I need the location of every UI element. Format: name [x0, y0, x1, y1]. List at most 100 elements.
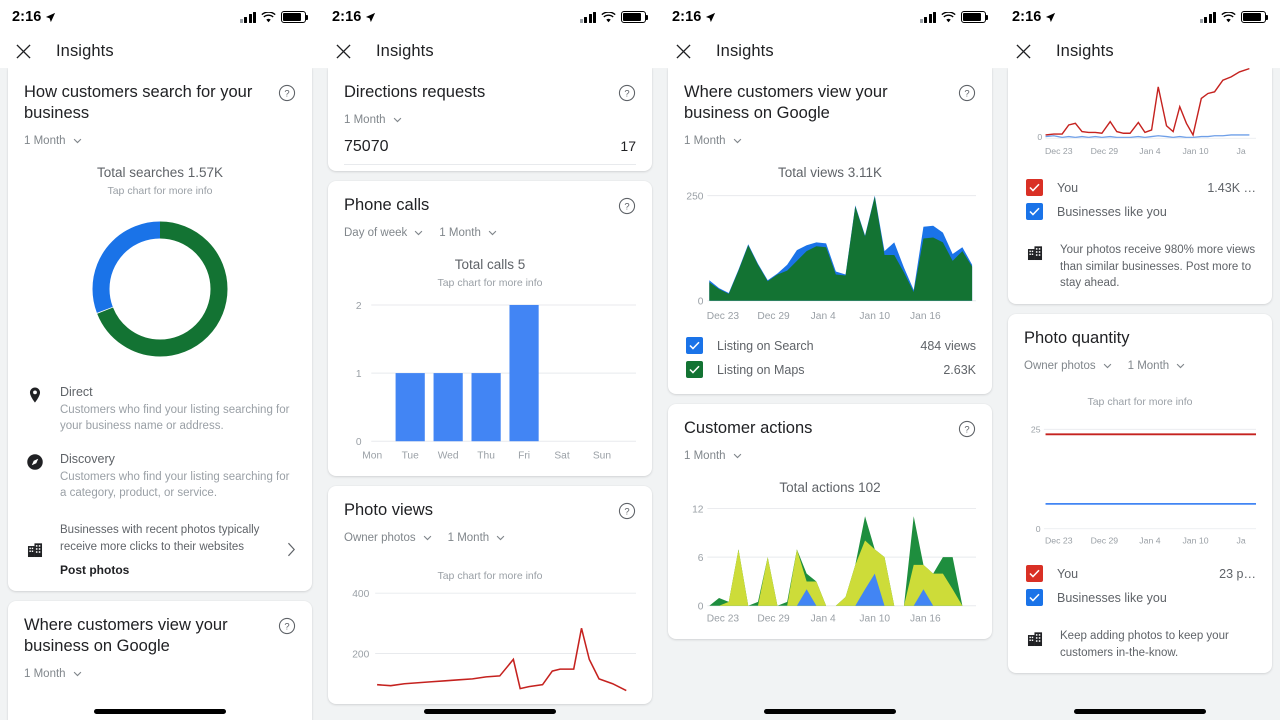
- legend-item-discovery: Discovery Customers who find your listin…: [24, 444, 296, 511]
- help-icon[interactable]: ?: [278, 617, 296, 635]
- svg-text:Jan 10: Jan 10: [859, 614, 890, 625]
- legend-businesses-like-you[interactable]: Businesses like you: [1024, 200, 1256, 224]
- battery-icon: [961, 11, 989, 23]
- checkbox-checked-icon[interactable]: [686, 337, 703, 355]
- filter-period[interactable]: 1 Month: [448, 532, 506, 544]
- card-header: Photo quantity: [1024, 328, 1256, 349]
- filter-photo-type[interactable]: Owner photos: [344, 532, 432, 544]
- legend-listing-on-maps[interactable]: Listing on Maps 2.63K: [684, 358, 976, 382]
- close-button[interactable]: [8, 36, 38, 66]
- total-views: Total views 3.11K: [777, 165, 883, 181]
- checkbox-checked-icon[interactable]: [1026, 565, 1043, 583]
- card-filters: Owner photos 1 Month: [1024, 360, 1256, 372]
- scroll-area-1[interactable]: How customers search for your business ?…: [0, 68, 320, 720]
- cell-signal-icon: [239, 11, 256, 23]
- help-icon[interactable]: ?: [278, 84, 296, 102]
- scroll-area-3[interactable]: Where customers view your business on Go…: [660, 68, 1000, 720]
- filter-photo-type[interactable]: Owner photos: [1024, 360, 1112, 372]
- help-icon[interactable]: ?: [958, 420, 976, 438]
- svg-text:Fri: Fri: [518, 451, 530, 462]
- promo-cta[interactable]: Post photos: [60, 563, 271, 577]
- post-photos-promo[interactable]: Businesses with recent photos typically …: [24, 510, 296, 578]
- photo-quantity-line-chart[interactable]: 25 0 Dec 23 Dec 29 Jan 4 Jan 10 Ja: [1024, 408, 1256, 560]
- chevron-down-icon: [733, 454, 741, 459]
- status-right: [919, 11, 989, 23]
- svg-text:?: ?: [624, 202, 629, 213]
- filter-grouping-label: Day of week: [344, 227, 408, 240]
- battery-icon: [1241, 11, 1269, 23]
- legend-listing-on-search[interactable]: Listing on Search 484 views: [684, 334, 976, 358]
- svg-text:Dec 29: Dec 29: [757, 614, 790, 625]
- svg-text:Ja: Ja: [1236, 536, 1245, 546]
- filter-period[interactable]: 1 Month: [684, 450, 742, 462]
- svg-text:Wed: Wed: [438, 451, 459, 462]
- photo-quantity-legend: You 23 p… Businesses like you: [1024, 562, 1256, 610]
- wifi-icon: [261, 11, 276, 22]
- customer-actions-area-chart[interactable]: 12 6 0 Dec 23 Dec 29 Jan 4 Jan 10 Jan 16: [684, 495, 976, 627]
- filter-grouping[interactable]: Day of week: [344, 227, 423, 239]
- card-photo-views: Photo views ? Owner photos 1 Month Tap c…: [328, 486, 652, 705]
- svg-text:Dec 29: Dec 29: [1091, 146, 1119, 156]
- filter-period-label: 1 Month: [1127, 360, 1170, 373]
- status-left: 2:16: [332, 9, 376, 25]
- card-how-customers-search: How customers search for your business ?…: [8, 68, 312, 591]
- svg-text:?: ?: [964, 89, 969, 100]
- filter-period[interactable]: 1 Month: [24, 668, 82, 680]
- views-legend: Listing on Search 484 views Listing on M…: [684, 334, 976, 382]
- help-icon[interactable]: ?: [958, 84, 976, 102]
- app-bar: Insights: [660, 34, 1000, 68]
- filter-period[interactable]: 1 Month: [1128, 360, 1186, 372]
- wifi-icon: [1221, 11, 1236, 22]
- help-icon[interactable]: ?: [618, 84, 636, 102]
- filter-photo-type-label: Owner photos: [1024, 360, 1096, 373]
- chevron-down-icon: [733, 138, 741, 144]
- legend-desc: Customers who find your listing searchin…: [60, 470, 290, 499]
- svg-text:0: 0: [698, 297, 704, 308]
- scroll-area-4[interactable]: 0 Dec 23 Dec 29 Jan 4 Jan 10 Ja You 1.43…: [1000, 68, 1280, 720]
- help-icon[interactable]: ?: [618, 197, 636, 215]
- legend-you[interactable]: You 23 p…: [1024, 562, 1256, 586]
- location-arrow-icon: [46, 12, 56, 22]
- close-button[interactable]: [1008, 36, 1038, 66]
- card-title: Customer actions: [684, 419, 813, 438]
- legend-value: 23 p…: [1219, 566, 1256, 581]
- tap-hint: Tap chart for more info: [437, 277, 543, 290]
- card-header: Phone calls ?: [344, 195, 636, 216]
- checkbox-checked-icon[interactable]: [1026, 179, 1043, 196]
- svg-text:Jan 4: Jan 4: [811, 311, 836, 322]
- card-header: Where customers view your business on Go…: [684, 82, 976, 124]
- filter-period[interactable]: 1 Month: [24, 135, 82, 147]
- help-icon[interactable]: ?: [618, 502, 636, 520]
- where-views-area-chart[interactable]: 250 0 Dec 23 Dec 29 Jan 4 Jan 10 Jan 16: [684, 180, 976, 330]
- checkbox-checked-icon[interactable]: [1026, 589, 1043, 607]
- checkbox-checked-icon[interactable]: [686, 361, 703, 379]
- filter-period-label: 1 Month: [684, 450, 726, 463]
- svg-text:Sat: Sat: [554, 451, 569, 462]
- storefront-icon: [27, 543, 43, 558]
- filter-period[interactable]: 1 Month: [344, 114, 402, 126]
- chevron-down-icon: [1103, 363, 1111, 369]
- photo-views-line-chart[interactable]: 400 200: [344, 582, 636, 692]
- legend-label: You: [1057, 180, 1079, 195]
- filter-period[interactable]: 1 Month: [684, 135, 742, 147]
- clock: 2:16: [1012, 9, 1042, 25]
- card-title: Where customers view your business on Go…: [24, 615, 228, 655]
- legend-you[interactable]: You 1.43K …: [1024, 176, 1256, 200]
- scroll-area-2[interactable]: Directions requests ? 1 Month 75070 17 P…: [320, 68, 660, 720]
- phone-calls-bar-chart[interactable]: 2 1 0 Mon Tue Wed Thu Fri Sat Sun: [344, 289, 636, 464]
- close-button[interactable]: [668, 36, 698, 66]
- card-title: Directions requests: [344, 83, 486, 101]
- donut-svg: [92, 221, 228, 357]
- card-directions-requests: Directions requests ? 1 Month 75070 17: [328, 68, 652, 172]
- checkbox-checked-icon[interactable]: [1026, 203, 1043, 220]
- status-bar: 2:16: [1000, 0, 1280, 34]
- legend-businesses-like-you[interactable]: Businesses like you: [1024, 586, 1256, 610]
- storefront-icon: [1027, 246, 1043, 261]
- svg-text:200: 200: [352, 650, 369, 661]
- close-button[interactable]: [328, 36, 358, 66]
- svg-text:Dec 23: Dec 23: [1045, 536, 1073, 546]
- photo-views-compare-line-chart[interactable]: 0 Dec 23 Dec 29 Jan 4 Jan 10 Ja: [1024, 68, 1256, 174]
- search-donut-chart[interactable]: [24, 213, 296, 365]
- card-filters: 1 Month: [24, 668, 296, 680]
- filter-period[interactable]: 1 Month: [439, 227, 497, 239]
